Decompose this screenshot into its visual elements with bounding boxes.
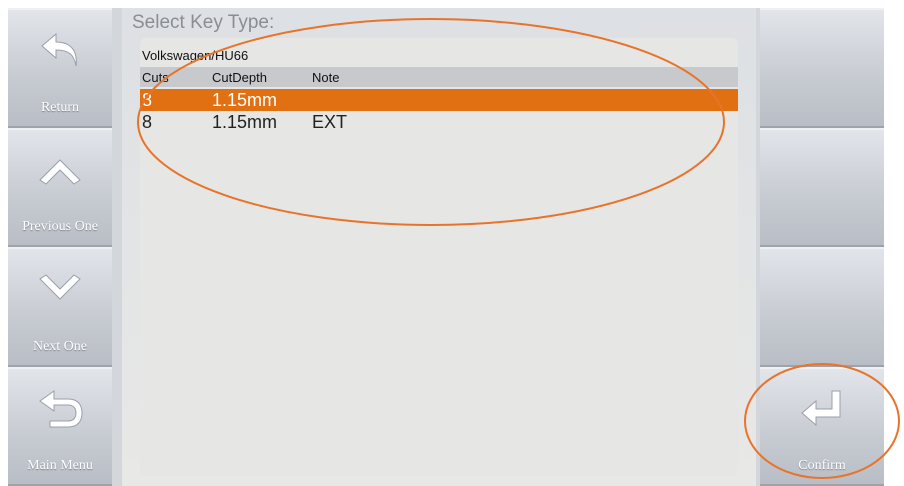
previous-one-label: Previous One — [22, 219, 98, 234]
u-turn-arrow-icon — [39, 389, 83, 427]
cell-note: EXT — [312, 112, 348, 132]
confirm-label: Confirm — [798, 458, 846, 473]
device-screen: Return Previous One Next One Main Menu S… — [8, 8, 884, 486]
return-button[interactable]: Return — [8, 8, 112, 128]
column-header-cuts: Cuts — [142, 70, 169, 85]
chevron-up-icon — [39, 158, 81, 185]
enter-arrow-icon — [801, 390, 841, 426]
right-blank-button-2[interactable] — [760, 127, 884, 247]
right-button-column: Confirm — [760, 8, 884, 486]
cell-cutdepth: 1.15mm — [212, 90, 278, 110]
main-menu-button[interactable]: Main Menu — [8, 366, 112, 486]
page-title: Select Key Type: — [132, 12, 275, 33]
right-blank-button-3[interactable] — [760, 247, 884, 367]
key-list-panel: Volkswagen/HU66 Cuts CutDepth Note 8 1.1… — [140, 38, 738, 476]
main-menu-label: Main Menu — [27, 458, 93, 473]
cell-cutdepth: 1.15mm — [212, 112, 278, 132]
cell-cuts: 8 — [142, 112, 153, 132]
cell-cuts: 8 — [142, 90, 153, 110]
confirm-button[interactable]: Confirm — [760, 366, 884, 486]
table-header: Cuts CutDepth Note — [140, 67, 738, 87]
chevron-down-icon — [39, 274, 81, 300]
right-blank-button-1[interactable] — [760, 8, 884, 128]
next-one-label: Next One — [32, 338, 88, 354]
column-header-note: Note — [312, 70, 340, 85]
previous-one-button[interactable]: Previous One — [8, 127, 112, 247]
left-button-column: Return Previous One Next One Main Menu — [8, 8, 112, 486]
table-row[interactable]: 8 1.15mm EXT — [140, 111, 738, 133]
next-one-button[interactable]: Next One — [8, 247, 112, 367]
key-type-name: Volkswagen/HU66 — [142, 48, 249, 63]
table-row-selected[interactable]: 8 1.15mm — [140, 89, 738, 111]
return-arrow-icon — [41, 32, 77, 67]
main-area: Select Key Type: Volkswagen/HU66 Cuts Cu… — [122, 8, 756, 486]
return-label: Return — [40, 99, 80, 115]
column-header-cutdepth: CutDepth — [212, 70, 267, 85]
